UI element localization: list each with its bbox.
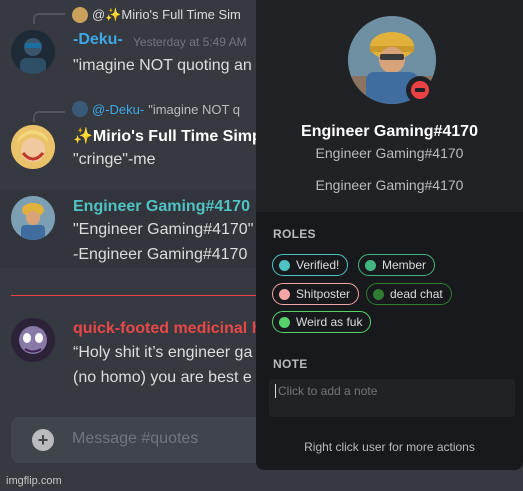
- role-label: Shitposter: [296, 287, 351, 301]
- reply-connector: [33, 13, 65, 24]
- roles-header: ROLES: [273, 227, 316, 241]
- message-text: "imagine NOT quoting an: [73, 57, 252, 74]
- message-text: “Holy shit it’s engineer ga: [73, 344, 253, 361]
- profile-header: Engineer Gaming#4170 Engineer Gaming#417…: [256, 0, 523, 212]
- avatar[interactable]: [11, 196, 55, 240]
- avatar-image: [11, 318, 55, 362]
- reply-avatar: [72, 7, 88, 23]
- message-text: (no homo) you are best e: [73, 369, 252, 386]
- role-label: dead chat: [390, 287, 443, 301]
- message-text: -Engineer Gaming#4170: [73, 246, 248, 263]
- avatar[interactable]: [11, 30, 55, 74]
- avatar-image: [11, 30, 55, 74]
- role-label: Weird as fuk: [296, 315, 363, 329]
- avatar-image: [11, 196, 55, 240]
- message-username[interactable]: Engineer Gaming#4170: [73, 198, 250, 216]
- message-timestamp: Yesterday at 5:49 AM: [133, 35, 247, 49]
- more-actions-hint: Right click user for more actions: [304, 440, 475, 454]
- role-color-dot: [279, 288, 290, 300]
- message-username[interactable]: ✨Mirio's Full Time Simp: [73, 126, 262, 146]
- reply-username: @-Deku-: [92, 101, 145, 117]
- role-label: Verified!: [296, 258, 340, 272]
- profile-name: Engineer Gaming#4170: [301, 123, 478, 140]
- role-color-dot: [373, 288, 384, 300]
- reply-preview[interactable]: @✨Mirio's Full Time Sim: [72, 7, 241, 23]
- add-attachment-icon[interactable]: +: [32, 429, 54, 451]
- reply-avatar: [72, 101, 88, 117]
- note-header: NOTE: [273, 357, 308, 371]
- note-placeholder: Click to add a note: [275, 384, 377, 398]
- profile-custom-status: Engineer Gaming#4170: [315, 177, 464, 193]
- role-verified[interactable]: Verified!: [272, 254, 349, 276]
- dnd-status-icon: [406, 76, 434, 104]
- avatar-image: [11, 125, 55, 169]
- role-member[interactable]: Member: [358, 254, 436, 276]
- message-text: "Engineer Gaming#4170": [73, 221, 254, 238]
- role-label: Member: [382, 258, 427, 272]
- note-input[interactable]: Click to add a note: [269, 379, 515, 417]
- composer-placeholder: Message #quotes: [72, 430, 199, 447]
- user-profile-popout: Engineer Gaming#4170 Engineer Gaming#417…: [256, 0, 523, 470]
- message-username[interactable]: quick-footed medicinal h: [73, 320, 261, 338]
- reply-text: "imagine NOT q: [148, 101, 241, 117]
- message-text: "cringe"-me: [73, 151, 156, 168]
- role-shitposter[interactable]: Shitposter: [272, 283, 360, 305]
- reply-username: @✨Mirio's Full Time Sim: [92, 7, 241, 22]
- reply-connector: [33, 111, 65, 122]
- profile-tag: Engineer Gaming#4170: [315, 145, 464, 161]
- avatar[interactable]: [11, 125, 55, 169]
- role-color-dot: [279, 316, 290, 328]
- role-color-dot: [279, 259, 290, 271]
- message-username[interactable]: -Deku-: [73, 31, 123, 49]
- role-dead-chat[interactable]: dead chat: [366, 283, 452, 305]
- reply-preview[interactable]: @-Deku- "imagine NOT q: [72, 101, 240, 117]
- role-weird-as-fuk[interactable]: Weird as fuk: [272, 311, 372, 333]
- watermark: imgflip.com: [6, 475, 62, 487]
- avatar[interactable]: [11, 318, 55, 362]
- role-color-dot: [365, 259, 376, 271]
